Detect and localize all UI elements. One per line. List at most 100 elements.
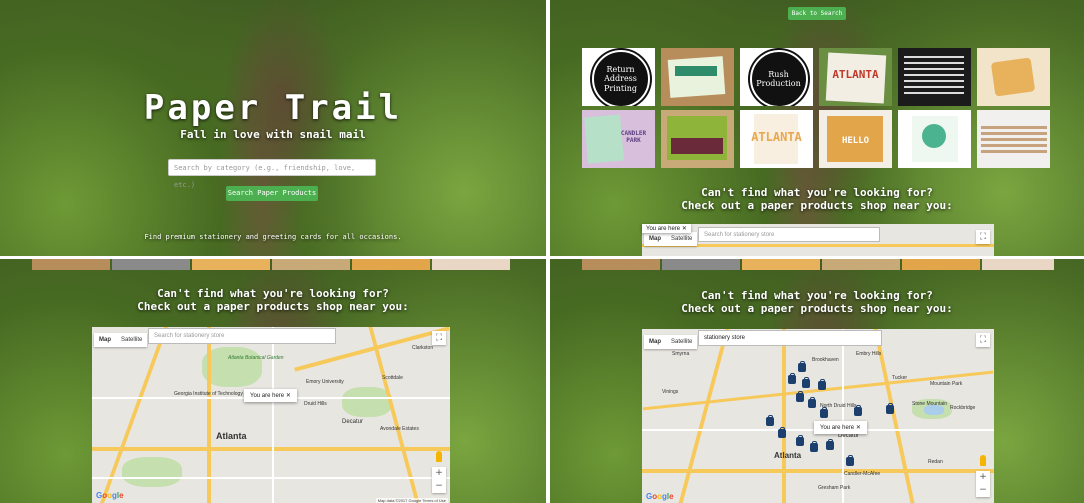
map-label: Atlanta Botanical Garden <box>228 355 284 361</box>
shop-map[interactable]: Map Satellite Search for stationery stor… <box>92 327 450 503</box>
map-street <box>272 327 274 503</box>
map-label: Redan <box>928 459 943 465</box>
store-marker-icon[interactable] <box>886 403 894 414</box>
cant-find-heading: Can't find what you're looking for? Chec… <box>550 289 1084 315</box>
return-address-badge: Return Address Printing <box>591 50 650 106</box>
store-marker-icon[interactable] <box>846 455 854 466</box>
page-subtitle: Fall in love with snail mail <box>180 128 366 141</box>
you-are-here-label: You are here <box>820 425 855 431</box>
product-tile[interactable]: HELLO <box>819 110 892 168</box>
panel-map-nearby: Can't find what you're looking for? Chec… <box>0 259 546 503</box>
cant-find-line-1: Can't find what you're looking for? <box>701 289 933 302</box>
product-tile[interactable]: ATLANTA <box>740 110 813 168</box>
street-view-pegman-icon[interactable] <box>980 455 986 466</box>
store-marker-icon[interactable] <box>818 379 826 390</box>
map-label: Tucker <box>892 375 908 381</box>
map-type-control: Map Satellite <box>644 335 698 349</box>
store-marker-icon[interactable] <box>778 427 786 438</box>
zoom-in-button[interactable]: + <box>432 467 446 480</box>
zoom-in-button[interactable]: + <box>976 471 990 484</box>
store-marker-icon[interactable] <box>826 439 834 450</box>
category-search-input[interactable]: Search by category (e.g., friendship, lo… <box>168 159 376 189</box>
product-tile-rush-production[interactable]: Rush Production <box>740 48 813 106</box>
zoom-control: + − <box>432 467 446 493</box>
cant-find-line-2: Check out a paper products shop near you… <box>681 302 953 315</box>
map-type-satellite-button[interactable]: Satellite <box>116 333 147 347</box>
map-search-input[interactable]: Search for stationery store <box>698 227 880 242</box>
map-search-input[interactable]: stationery store <box>698 330 882 346</box>
map-label: Clarkston <box>412 345 434 351</box>
map-label: Emory University <box>306 379 344 385</box>
map-label: Mountain Park <box>930 381 963 387</box>
product-tile[interactable] <box>977 110 1050 168</box>
map-street <box>92 477 450 479</box>
street-view-pegman-icon[interactable] <box>436 451 442 462</box>
panel-landing: Paper Trail Fall in love with snail mail… <box>0 0 546 256</box>
map-type-map-button[interactable]: Map <box>94 333 116 347</box>
cant-find-line-1: Can't find what you're looking for? <box>157 287 389 300</box>
store-marker-icon[interactable] <box>766 415 774 426</box>
product-tile[interactable] <box>661 110 734 168</box>
map-park <box>202 347 262 387</box>
store-marker-icon[interactable] <box>796 391 804 402</box>
store-marker-icon[interactable] <box>796 435 804 446</box>
product-tile[interactable] <box>977 48 1050 106</box>
you-are-here-popup: You are here ✕ <box>642 224 691 233</box>
close-icon[interactable]: ✕ <box>286 393 291 399</box>
store-marker-icon[interactable] <box>808 397 816 408</box>
map-park <box>122 457 182 487</box>
close-icon[interactable]: ✕ <box>856 425 861 431</box>
map-type-map-button[interactable]: Map <box>644 335 666 349</box>
shop-map[interactable]: Map Satellite Search for stationery stor… <box>642 224 994 256</box>
store-marker-icon[interactable] <box>802 377 810 388</box>
map-label: Candler-McAfee <box>844 471 881 477</box>
store-marker-icon[interactable] <box>810 441 818 452</box>
map-label: Georgia Institute of Technology <box>174 391 243 397</box>
map-type-control: Map Satellite <box>94 333 148 347</box>
map-label: Decatur <box>342 419 364 425</box>
product-tile[interactable]: ATLANTA <box>819 48 892 106</box>
google-logo: Google <box>646 492 674 501</box>
search-paper-products-button[interactable]: Search Paper Products <box>226 186 318 201</box>
store-marker-icon[interactable] <box>854 405 862 416</box>
fullscreen-icon[interactable]: ⛶ <box>976 333 990 347</box>
map-type-map-button[interactable]: Map <box>644 232 666 246</box>
map-type-satellite-button[interactable]: Satellite <box>666 232 697 246</box>
product-tile[interactable] <box>898 110 971 168</box>
product-tile[interactable] <box>661 48 734 106</box>
panel-map-results: Can't find what you're looking for? Chec… <box>550 259 1084 503</box>
tagline: Find premium stationery and greeting car… <box>144 233 402 241</box>
product-tile[interactable]: CANDLER PARK <box>582 110 655 168</box>
product-tile[interactable] <box>898 48 971 106</box>
close-icon[interactable]: ✕ <box>682 226 687 232</box>
map-label: Smyrna <box>672 351 690 357</box>
map-park <box>342 387 392 417</box>
store-marker-icon[interactable] <box>788 373 796 384</box>
product-strip <box>32 259 510 270</box>
map-type-control: Map Satellite <box>644 232 698 246</box>
map-search-input[interactable]: Search for stationery store <box>148 328 336 344</box>
map-label: Stone Mountain <box>912 401 948 407</box>
zoom-out-button[interactable]: − <box>432 480 446 493</box>
map-label: Scottdale <box>382 375 403 381</box>
fullscreen-icon[interactable]: ⛶ <box>976 230 990 244</box>
cant-find-heading: Can't find what you're looking for? Chec… <box>550 186 1084 212</box>
map-type-satellite-button[interactable]: Satellite <box>666 335 697 349</box>
map-label: Druid Hills <box>304 401 327 407</box>
product-strip <box>582 259 1054 270</box>
product-tile-return-address[interactable]: Return Address Printing <box>582 48 655 106</box>
google-logo: Google <box>96 491 124 500</box>
store-marker-icon[interactable] <box>820 407 828 418</box>
map-label: Avondale Estates <box>380 426 419 432</box>
map-road <box>642 469 994 473</box>
you-are-here-label: You are here <box>646 226 681 232</box>
map-label: Atlanta <box>774 451 802 460</box>
zoom-out-button[interactable]: − <box>976 484 990 497</box>
cant-find-line-1: Can't find what you're looking for? <box>701 186 933 199</box>
back-to-search-button[interactable]: Back to Search <box>788 7 846 20</box>
map-label: Atlanta <box>216 431 247 441</box>
shop-map[interactable]: Map Satellite stationery store ⛶ Smyrna … <box>642 329 994 503</box>
map-footer: Map data ©2017 Google Terms of Use <box>375 498 448 503</box>
store-marker-icon[interactable] <box>798 361 806 372</box>
fullscreen-icon[interactable]: ⛶ <box>432 331 446 345</box>
